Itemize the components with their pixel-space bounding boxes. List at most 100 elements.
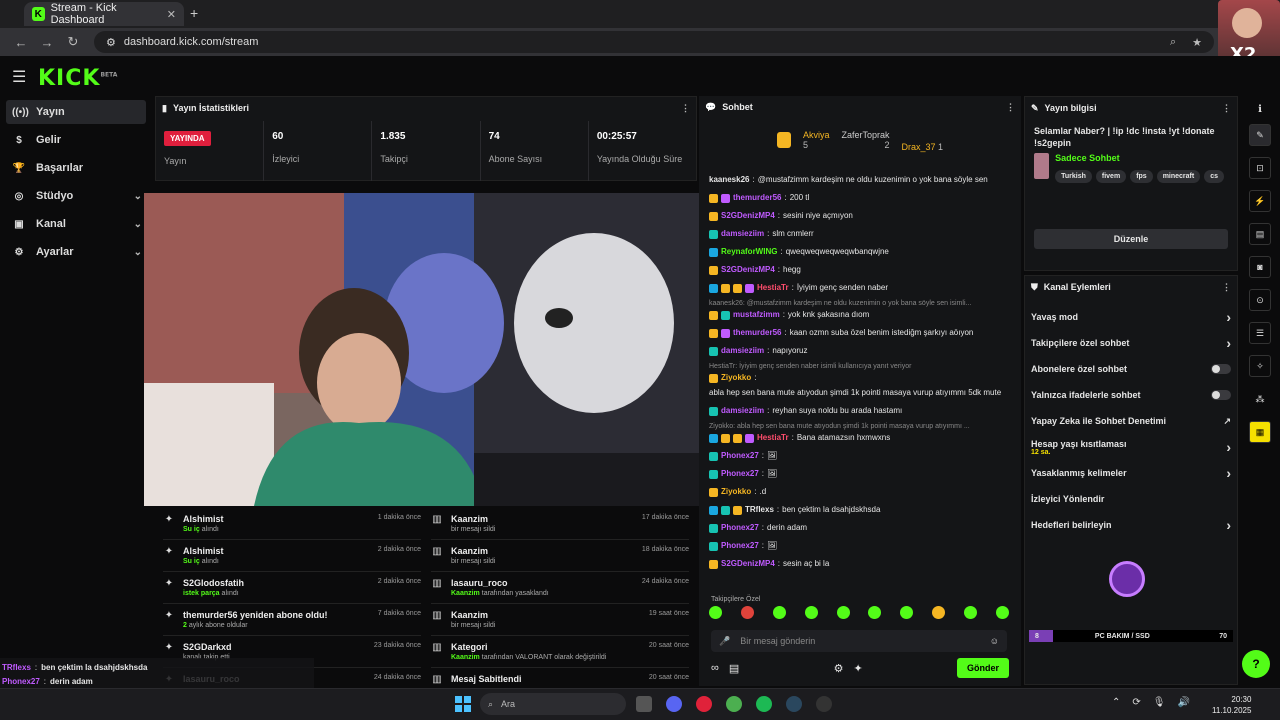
chat-username[interactable]: Phonex27 xyxy=(721,468,759,480)
chat-username[interactable]: S2GDenizMP4 xyxy=(721,210,775,222)
chevron-right-icon[interactable]: › xyxy=(1226,335,1231,351)
emote-icon[interactable] xyxy=(836,606,850,619)
edit-tool-icon[interactable]: ✎ xyxy=(1249,124,1271,146)
chat-username[interactable]: damsieziim xyxy=(721,345,764,357)
taskbar-clock[interactable]: 20:30 11.10.2025 xyxy=(1212,694,1251,716)
emote-icon[interactable] xyxy=(772,606,786,619)
site-info-icon[interactable]: ⚙ xyxy=(106,36,116,49)
zoom-icon[interactable]: ⌕ xyxy=(1170,36,1176,49)
channel-action-row[interactable]: Yalnızca ifadelerle sohbet xyxy=(1025,382,1237,408)
channel-action-row[interactable]: Yapay Zeka ile Sohbet Denetimi ↗ xyxy=(1025,408,1237,434)
activity-title[interactable]: S2GDarkxd xyxy=(183,642,232,652)
tag-pill[interactable]: minecraft xyxy=(1156,170,1201,183)
chat-username[interactable]: TRflexs xyxy=(745,504,774,516)
chat-message[interactable]: HestiaTr: Bana atamazsın hxmwxns xyxy=(709,432,1011,444)
sidebar-item-studyo[interactable]: ◎ Stüdyo ⌄ xyxy=(6,184,146,208)
chat-username[interactable]: Ziyokko xyxy=(721,486,751,498)
url-field[interactable]: ⚙ dashboard.kick.com/stream ⌕ ★ xyxy=(94,31,1214,53)
close-tab-icon[interactable]: ✕ xyxy=(167,8,176,21)
mic-tray-icon[interactable]: 🎙 xyxy=(1153,697,1166,708)
chat-message[interactable]: Ziyokko: .d xyxy=(709,486,1011,498)
chat-message[interactable]: Phonex27: 🖼 xyxy=(709,468,1011,480)
windows-start-icon[interactable] xyxy=(455,696,471,712)
share-icon[interactable]: ⁂ xyxy=(1249,388,1271,410)
sidebar-item-ayarlar[interactable]: ⚙ Ayarlar ⌄ xyxy=(6,240,146,264)
more-icon[interactable]: ⋮ xyxy=(681,103,690,114)
new-tab-icon[interactable]: + xyxy=(190,5,198,21)
chat-message[interactable]: mustafzimm: yok knk şakasına dıom xyxy=(709,309,1011,321)
activity-title[interactable]: S2Glodosfatih xyxy=(183,578,244,588)
chat-message[interactable]: S2GDenizMP4: sesini niye açmıyon xyxy=(709,210,1011,222)
points-icon[interactable]: ∞ xyxy=(711,662,719,674)
mod-tools-icon[interactable]: ✦ xyxy=(853,662,862,675)
activity-title[interactable]: Kaanzim xyxy=(451,546,495,556)
menu-icon[interactable]: ☰ xyxy=(12,67,26,87)
browser-tab[interactable]: K Stream - Kick Dashboard ✕ xyxy=(24,2,184,26)
send-button[interactable]: Gönder xyxy=(956,658,1009,678)
steam-icon[interactable] xyxy=(786,696,802,712)
more-icon[interactable]: ⋮ xyxy=(1222,282,1231,293)
chat-message[interactable]: HestiaTr: İyiyim genç senden naber xyxy=(709,282,1011,294)
chevron-right-icon[interactable]: › xyxy=(1226,517,1231,533)
clapper-icon[interactable]: ▦ xyxy=(1249,421,1271,443)
chat-message[interactable]: Phonex27: derin adam xyxy=(709,522,1011,534)
reload-icon[interactable]: ↻ xyxy=(60,34,86,50)
chat-username[interactable]: Phonex27 xyxy=(721,540,759,552)
emote-icon[interactable] xyxy=(740,606,754,619)
chat-username[interactable]: damsieziim xyxy=(721,405,764,417)
toggle-switch[interactable] xyxy=(1211,390,1231,400)
chat-message[interactable]: S2GDenizMP4: sesin aç bi la xyxy=(709,558,1011,570)
chat-input[interactable]: 🎤 Bir mesaj gönderin ☺ xyxy=(711,630,1007,652)
emote-icon[interactable] xyxy=(868,606,882,619)
chat-message[interactable]: themurder56:200 tl xyxy=(709,192,1011,204)
bookmark-star-icon[interactable]: ★ xyxy=(1192,36,1202,49)
chat-message[interactable]: ReynaforWING: qweqweqweqweqwbanqwjne xyxy=(709,246,1011,258)
emote-icon[interactable] xyxy=(964,606,977,619)
chat-message[interactable]: Ziyokko: abla hep sen bana mute atıyodun … xyxy=(709,372,1011,399)
emoji-icon[interactable]: ☺ xyxy=(990,636,999,646)
lightning-icon[interactable]: ⚡ xyxy=(1249,190,1271,212)
activity-title[interactable]: themurder56 yeniden abone oldu! xyxy=(183,610,328,620)
activity-title[interactable]: Kategori xyxy=(451,642,606,652)
chevron-right-icon[interactable]: › xyxy=(1226,439,1231,455)
chat-icon[interactable]: ◙ xyxy=(1249,256,1271,278)
chat-message[interactable]: damsieziim: napıyoruz xyxy=(709,345,1011,357)
info-icon[interactable]: ℹ xyxy=(1240,104,1280,120)
chat-username[interactable]: themurder56 xyxy=(733,327,781,339)
taskbar-search[interactable]: ⌕ Ara xyxy=(480,693,626,715)
external-link-icon[interactable]: ↗ xyxy=(1223,416,1231,427)
camera-icon[interactable]: ⊡ xyxy=(1249,157,1271,179)
channel-action-row[interactable]: Hesap yaşı kısıtlaması 12 sa. › xyxy=(1025,434,1237,460)
leader-3[interactable]: Drax_37 1 xyxy=(901,142,943,152)
kick-logo[interactable]: KICKBETA xyxy=(38,66,117,91)
channel-action-row[interactable]: Yavaş mod › xyxy=(1025,304,1237,330)
chat-message[interactable]: damsieziim: slm cnmlerr xyxy=(709,228,1011,240)
chat-message[interactable]: damsieziim: reyhan suya noldu bu arada ha… xyxy=(709,405,1011,417)
chat-username[interactable]: Phonex27 xyxy=(721,450,759,462)
more-icon[interactable]: ⋮ xyxy=(1222,103,1231,114)
chrome-icon[interactable] xyxy=(726,696,742,712)
chat-message[interactable]: Phonex27: 🖼 xyxy=(709,450,1011,462)
wrench-icon[interactable]: ✧ xyxy=(1249,355,1271,377)
discord-icon[interactable] xyxy=(666,696,682,712)
channel-action-row[interactable]: Yasaklanmış kelimeler › xyxy=(1025,460,1237,486)
channel-action-row[interactable]: Takipçilere özel sohbet › xyxy=(1025,330,1237,356)
sidebar-item-gelir[interactable]: $ Gelir xyxy=(6,128,146,152)
opera-icon[interactable] xyxy=(696,696,712,712)
leader-2[interactable]: ZaferToprak 2 xyxy=(841,130,889,150)
channel-action-row[interactable]: Hedefleri belirleyin › xyxy=(1025,512,1237,538)
channel-action-row[interactable]: İzleyici Yönlendir xyxy=(1025,486,1237,512)
sidebar-item-kanal[interactable]: ▣ Kanal ⌄ xyxy=(6,212,146,236)
toggle-switch[interactable] xyxy=(1211,364,1231,374)
chat-message[interactable]: S2GDenizMP4: hegg xyxy=(709,264,1011,276)
chat-username[interactable]: damsieziim xyxy=(721,228,764,240)
chat-username[interactable]: S2GDenizMP4 xyxy=(721,264,775,276)
emote-icon[interactable] xyxy=(900,606,914,619)
chat-username[interactable]: mustafzimm xyxy=(733,309,780,321)
tag-pill[interactable]: fps xyxy=(1130,170,1153,183)
tag-pill[interactable]: cs xyxy=(1204,170,1224,183)
sidebar-item-basarilar[interactable]: 🏆 Başarılar xyxy=(6,156,146,180)
more-icon[interactable]: ⋮ xyxy=(1006,102,1015,113)
sidebar-item-yayin[interactable]: ((•)) Yayın xyxy=(6,100,146,124)
emote-icon[interactable] xyxy=(932,606,946,619)
